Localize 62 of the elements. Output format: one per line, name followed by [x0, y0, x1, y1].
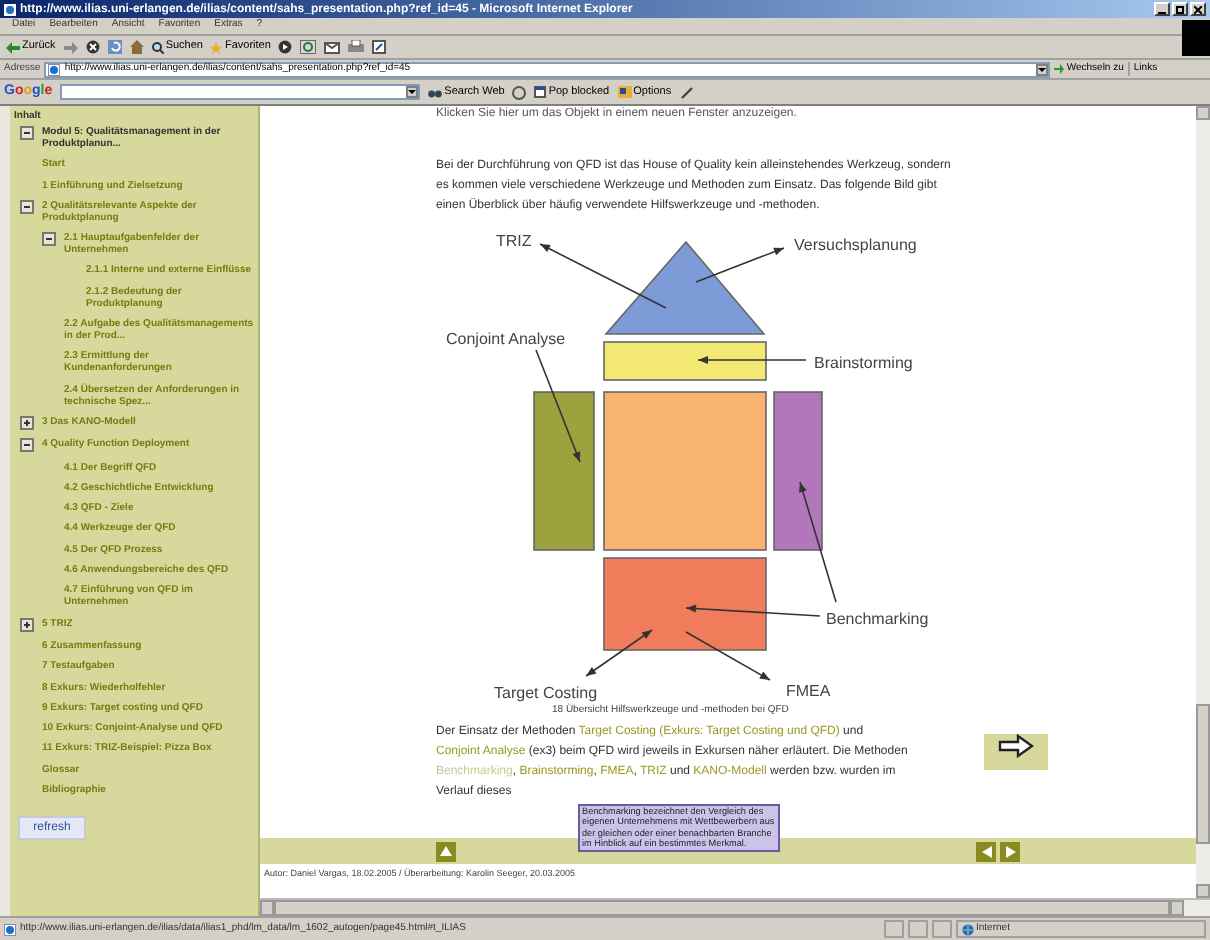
refresh-icon[interactable] — [107, 40, 122, 54]
arrow-icon — [1054, 64, 1065, 74]
close-icon — [1194, 5, 1202, 13]
diagram-label: Benchmarking — [826, 610, 929, 628]
up-arrow-icon — [440, 846, 452, 856]
left-arrow-icon — [981, 845, 991, 857]
tree-toggle[interactable] — [20, 415, 34, 430]
print-icon[interactable] — [348, 40, 365, 54]
up-button[interactable] — [436, 841, 456, 861]
next-page-button[interactable] — [984, 734, 1048, 770]
tree-toggle[interactable] — [42, 232, 56, 247]
scrollbar-thumb[interactable] — [1196, 704, 1210, 844]
globe-icon — [962, 923, 974, 935]
maximize-button[interactable] — [1172, 2, 1188, 16]
dropdown-button[interactable] — [1036, 63, 1049, 75]
diagram-label: TRIZ — [496, 232, 532, 250]
back-arrow-icon — [6, 41, 20, 53]
caret-icon — [1038, 67, 1047, 71]
tree-toggle[interactable] — [20, 126, 34, 140]
options-icon — [617, 86, 632, 98]
home-icon[interactable] — [129, 40, 144, 54]
tree-toggle[interactable] — [20, 438, 34, 453]
arrow — [535, 349, 581, 463]
minimize-icon — [1158, 10, 1166, 14]
horizontal-scrollbar[interactable] — [260, 898, 1210, 916]
page-icon — [48, 63, 61, 75]
media-icon[interactable] — [278, 40, 293, 54]
right-arrow-icon — [1005, 845, 1015, 857]
tree-toggle[interactable] — [20, 199, 34, 214]
previous-button[interactable] — [976, 841, 996, 861]
dropdown-button[interactable] — [406, 86, 419, 98]
arrow — [539, 243, 667, 309]
diagram-label: Target Costing — [494, 684, 598, 702]
pencil-icon[interactable] — [679, 85, 694, 99]
browser-icon — [4, 3, 16, 15]
search-icon — [151, 41, 164, 53]
caret-icon — [408, 90, 417, 94]
diagram-label: Versuchsplanung — [794, 236, 917, 254]
google-search-field[interactable] — [60, 84, 421, 100]
arrow — [695, 247, 785, 283]
throbber-logo — [1182, 20, 1210, 56]
next-button[interactable] — [1000, 841, 1020, 861]
right-arrow-icon — [998, 734, 1034, 758]
edit-icon[interactable] — [372, 40, 387, 54]
tree-toggle[interactable] — [20, 617, 34, 632]
page-icon — [4, 923, 16, 935]
diagram-label: Brainstorming — [814, 354, 913, 372]
binoculars-icon — [428, 87, 443, 97]
stop-icon[interactable] — [85, 40, 100, 54]
window-icon — [534, 86, 547, 98]
close-button[interactable] — [1190, 2, 1206, 16]
minimize-button[interactable] — [1154, 2, 1170, 16]
arrow — [697, 356, 807, 364]
maximize-icon — [1176, 5, 1184, 13]
diagram-label: Conjoint Analyse — [446, 330, 566, 348]
scrollbar-thumb[interactable] — [274, 900, 1170, 916]
vertical-scrollbar[interactable] — [1196, 106, 1210, 898]
diagram-label: FMEA — [786, 682, 831, 700]
star-icon — [210, 41, 223, 53]
arrow — [585, 629, 653, 677]
arrow — [685, 631, 771, 681]
mail-icon[interactable] — [324, 41, 341, 53]
